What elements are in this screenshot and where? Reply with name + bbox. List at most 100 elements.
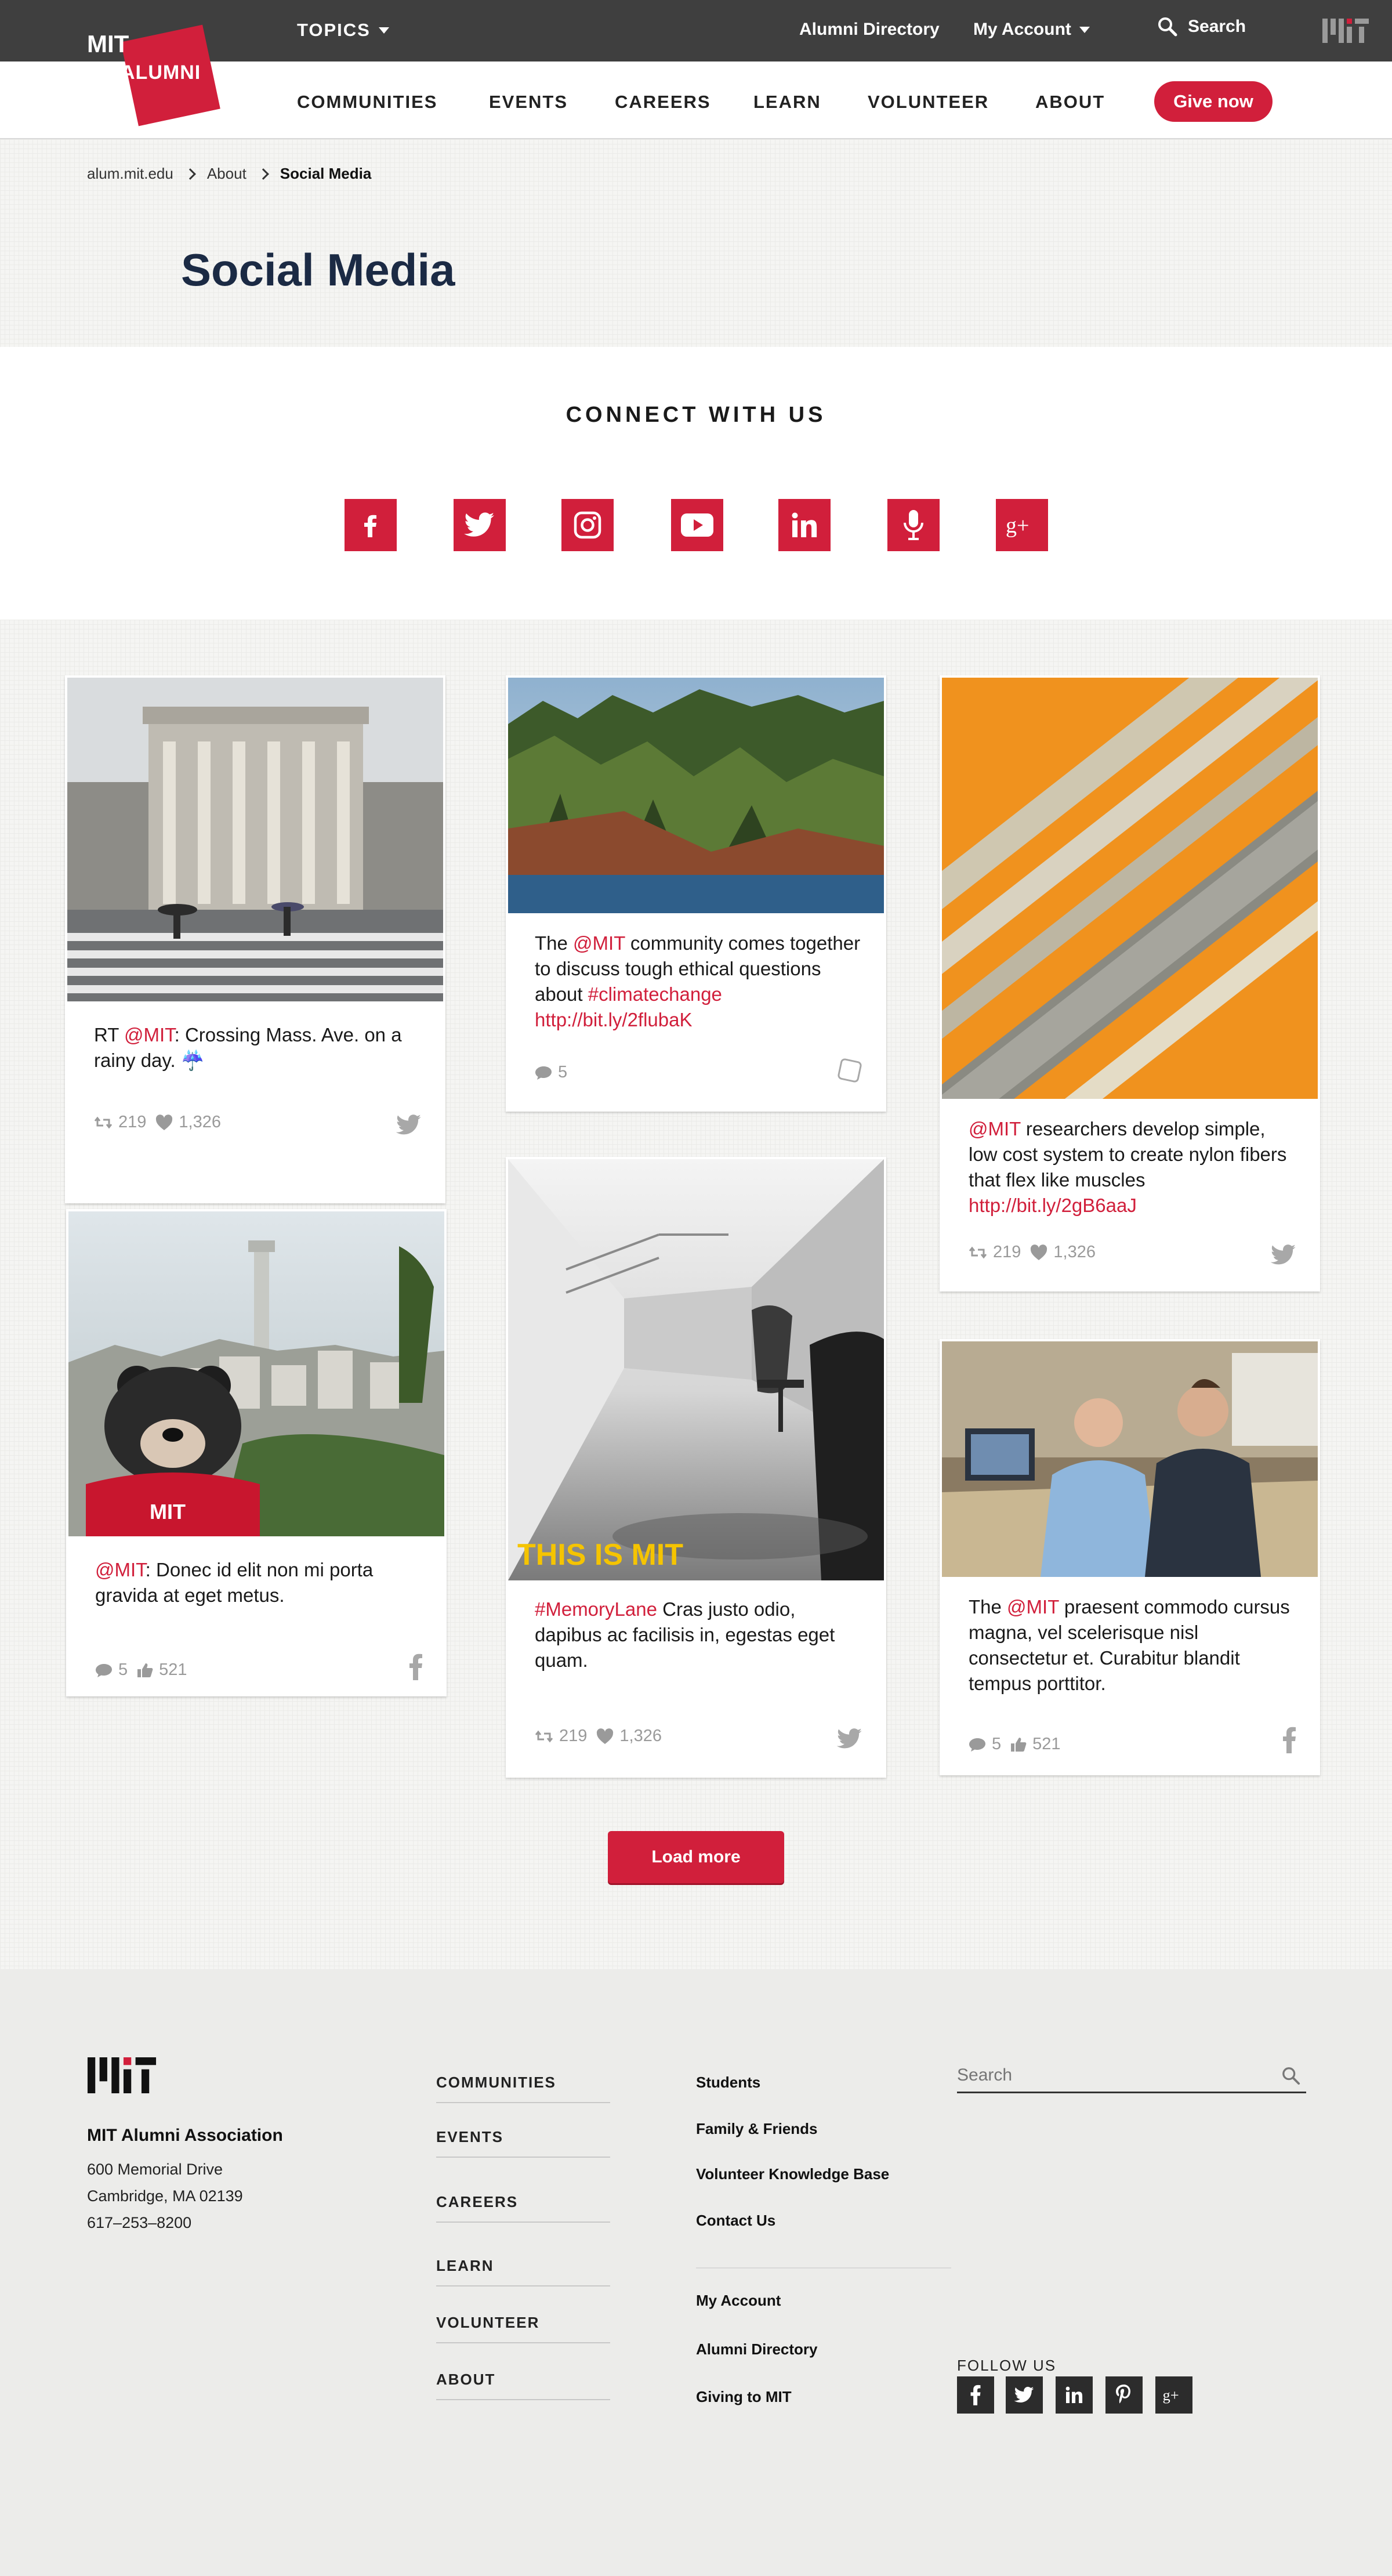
page-header: alum.mit.edu About Social Media Social M… bbox=[0, 139, 1392, 347]
footer-search-input[interactable] bbox=[957, 2061, 1270, 2090]
topics-label: TOPICS bbox=[297, 20, 371, 40]
nav-careers[interactable]: CAREERS bbox=[615, 92, 711, 113]
my-account-menu[interactable]: My Account bbox=[973, 20, 1090, 39]
facebook-icon[interactable] bbox=[408, 1654, 423, 1680]
alumni-directory-link[interactable]: Alumni Directory bbox=[799, 20, 940, 39]
follow-us-label: FOLLOW US bbox=[957, 2357, 1057, 2374]
twitter-icon[interactable] bbox=[1270, 1244, 1297, 1266]
feed-card[interactable]: RT @MIT: Crossing Mass. Ave. on a rainy … bbox=[65, 675, 445, 1203]
breadcrumb-home-link[interactable]: alum.mit.edu bbox=[87, 165, 173, 183]
nav-communities[interactable]: COMMUNITIES bbox=[297, 92, 437, 113]
footer-linkedin-link[interactable] bbox=[1056, 2376, 1093, 2414]
footer-nav-volunteer[interactable]: VOLUNTEER bbox=[436, 2314, 610, 2343]
card-text: @MIT researchers develop simple, low cos… bbox=[969, 1116, 1297, 1218]
mention-link[interactable]: @MIT bbox=[573, 932, 625, 954]
facebook-icon bbox=[970, 2385, 981, 2405]
like-count: 521 bbox=[1032, 1735, 1061, 1753]
footer-link-contact[interactable]: Contact Us bbox=[696, 2212, 775, 2230]
like-count: 521 bbox=[159, 1660, 187, 1679]
chevron-right-icon bbox=[257, 168, 269, 180]
topics-menu[interactable]: TOPICS bbox=[297, 20, 389, 41]
mention-link[interactable]: @MIT bbox=[95, 1559, 146, 1580]
footer-nav-communities[interactable]: COMMUNITIES bbox=[436, 2074, 610, 2103]
twitter-icon[interactable] bbox=[396, 1114, 422, 1136]
post-url-link[interactable]: http://bit.ly/2gB6aaJ bbox=[969, 1195, 1137, 1216]
card-photo-researchers bbox=[942, 1341, 1318, 1577]
footer-phone: 617–253–8200 bbox=[87, 2214, 192, 2231]
feed-card[interactable]: The @MIT praesent commodo cursus magna, … bbox=[940, 1339, 1320, 1775]
nav-about[interactable]: ABOUT bbox=[1035, 92, 1105, 113]
footer-facebook-link[interactable] bbox=[957, 2376, 994, 2414]
instagram-link[interactable] bbox=[561, 499, 614, 551]
load-more-button[interactable]: Load more bbox=[608, 1831, 784, 1883]
footer-google-plus-link[interactable]: g+ bbox=[1155, 2376, 1192, 2414]
mention-link[interactable]: @MIT bbox=[124, 1024, 175, 1045]
google-plus-icon: g+ bbox=[1163, 2386, 1179, 2404]
svg-text:g+: g+ bbox=[1006, 513, 1029, 538]
building-illustration bbox=[67, 678, 443, 1001]
footer-twitter-link[interactable] bbox=[1006, 2376, 1043, 2414]
feed-card[interactable]: THIS IS MIT #MemoryLane Cras justo odio,… bbox=[506, 1157, 886, 1778]
site-footer: MIT Alumni Association 600 Memorial Driv… bbox=[0, 1969, 1392, 2576]
hallway-illustration bbox=[508, 1159, 884, 1580]
nav-volunteer[interactable]: VOLUNTEER bbox=[868, 92, 989, 113]
retweet-icon bbox=[969, 1246, 987, 1258]
hashtag-link[interactable]: #MemoryLane bbox=[535, 1598, 657, 1620]
footer-nav-about[interactable]: ABOUT bbox=[436, 2371, 610, 2400]
twitter-link[interactable] bbox=[454, 499, 506, 551]
mit-logo-icon[interactable] bbox=[87, 2057, 157, 2093]
give-now-button[interactable]: Give now bbox=[1154, 81, 1273, 122]
mention-link[interactable]: @MIT bbox=[969, 1118, 1021, 1139]
feed-card[interactable]: @MIT researchers develop simple, low cos… bbox=[940, 675, 1320, 1291]
feed-card[interactable]: The @MIT community comes together to dis… bbox=[506, 675, 886, 1112]
post-url-link[interactable]: http://bit.ly/2flubaK bbox=[535, 1009, 693, 1030]
linkedin-icon bbox=[792, 512, 817, 537]
footer-nav-learn[interactable]: LEARN bbox=[436, 2257, 610, 2286]
breadcrumb-current: Social Media bbox=[280, 165, 372, 182]
facebook-icon[interactable] bbox=[1282, 1727, 1297, 1753]
search-icon[interactable] bbox=[1282, 2067, 1300, 2085]
breadcrumb-about-link[interactable]: About bbox=[207, 165, 246, 183]
podcast-link[interactable] bbox=[887, 499, 940, 551]
card-text: @MIT: Donec id elit non mi porta gravida… bbox=[95, 1557, 423, 1608]
logo-alumni-text: ALUMNI bbox=[121, 61, 201, 84]
linkedin-link[interactable] bbox=[778, 499, 831, 551]
researchers-illustration bbox=[942, 1341, 1318, 1577]
feed-card[interactable]: MIT @MIT: Donec id elit non mi porta gra… bbox=[66, 1209, 447, 1696]
card-photo-fibers bbox=[942, 678, 1318, 1099]
google-plus-link[interactable]: g+ bbox=[996, 499, 1048, 551]
footer-link-giving[interactable]: Giving to MIT bbox=[696, 2388, 792, 2406]
youtube-link[interactable] bbox=[671, 499, 723, 551]
twitter-icon[interactable] bbox=[836, 1728, 863, 1750]
footer-nav-careers[interactable]: CAREERS bbox=[436, 2193, 610, 2223]
retweet-icon bbox=[535, 1730, 553, 1742]
facebook-link[interactable] bbox=[345, 499, 397, 551]
footer-link-alumni-directory[interactable]: Alumni Directory bbox=[696, 2340, 818, 2358]
hashtag-link[interactable]: #climatechange bbox=[588, 983, 722, 1005]
footer-pinterest-link[interactable] bbox=[1105, 2376, 1143, 2414]
footer-link-my-account[interactable]: My Account bbox=[696, 2292, 781, 2310]
footer-link-students[interactable]: Students bbox=[696, 2074, 760, 2092]
instagram-icon[interactable] bbox=[836, 1057, 863, 1084]
mit-alumni-logo[interactable]: MIT ALUMNI bbox=[87, 24, 220, 126]
like-count: 1,326 bbox=[1053, 1243, 1096, 1261]
mit-logo-icon[interactable] bbox=[1322, 19, 1369, 43]
facebook-icon bbox=[364, 515, 376, 537]
card-photo-bear: MIT bbox=[68, 1211, 444, 1536]
footer-address-city: Cambridge, MA 02139 bbox=[87, 2187, 243, 2205]
nav-events[interactable]: EVENTS bbox=[489, 92, 568, 113]
logo-mit-text: MIT bbox=[87, 30, 129, 57]
footer-link-volunteer-kb[interactable]: Volunteer Knowledge Base bbox=[696, 2165, 889, 2183]
umbrella-emoji: ☔ bbox=[180, 1050, 205, 1071]
footer-link-family-friends[interactable]: Family & Friends bbox=[696, 2120, 818, 2138]
search-button[interactable]: Search bbox=[1158, 17, 1246, 37]
footer-nav-events[interactable]: EVENTS bbox=[436, 2128, 610, 2158]
cliffs-illustration bbox=[508, 678, 884, 913]
card-text: RT @MIT: Crossing Mass. Ave. on a rainy … bbox=[94, 1022, 422, 1073]
linkedin-icon bbox=[1065, 2386, 1083, 2403]
mention-link[interactable]: @MIT bbox=[1007, 1596, 1059, 1618]
retweet-count: 219 bbox=[118, 1113, 147, 1131]
card-text-part: The bbox=[969, 1596, 1007, 1618]
card-text: The @MIT praesent commodo cursus magna, … bbox=[969, 1594, 1297, 1696]
nav-learn[interactable]: LEARN bbox=[753, 92, 821, 113]
